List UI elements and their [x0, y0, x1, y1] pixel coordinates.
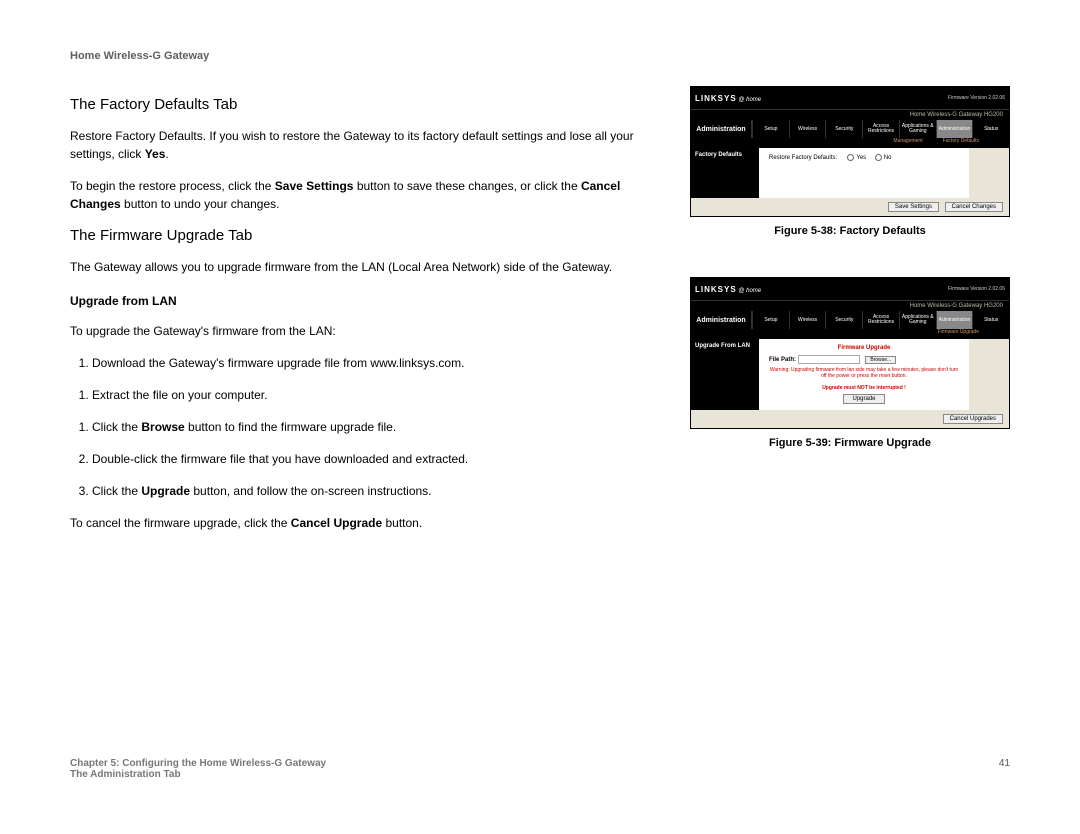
figure-5-38: LINKSYS @ home Firmware Version 2.02.06 … [690, 86, 1010, 217]
para-fw-2: To upgrade the Gateway's firmware from t… [70, 322, 670, 340]
radio-yes[interactable] [847, 154, 854, 161]
file-path-label: File Path: [769, 357, 796, 363]
text: button. [382, 516, 422, 530]
nav-section-label: Administration [691, 311, 752, 329]
heading-firmware-upgrade: The Firmware Upgrade Tab [70, 227, 670, 244]
bold-upgrade: Upgrade [141, 484, 190, 498]
text: . [165, 147, 168, 161]
step-1c: Click the Browse button to find the firm… [92, 418, 670, 436]
doc-header: Home Wireless-G Gateway [70, 50, 1010, 62]
restore-label: Restore Factory Defaults: [769, 155, 837, 161]
figure-column: LINKSYS @ home Firmware Version 2.02.06 … [690, 86, 1010, 546]
firmware-version-text: Firmware Version 2.02.06 [948, 95, 1005, 101]
firmware-upgrade-title: Firmware Upgrade [769, 345, 959, 351]
upgrade-button[interactable]: Upgrade [843, 394, 884, 404]
para-fd-1: Restore Factory Defaults. If you wish to… [70, 127, 670, 163]
router-title-bar: Home Wireless-G Gateway HG200 [691, 109, 1009, 120]
text: button to find the firmware upgrade file… [185, 420, 396, 434]
router-ui-factory-defaults: LINKSYS @ home Firmware Version 2.02.06 … [690, 86, 1010, 217]
tab-setup[interactable]: Setup [752, 311, 789, 329]
bold-yes: Yes [145, 147, 166, 161]
figure-5-38-caption: Figure 5-38: Factory Defaults [690, 225, 1010, 237]
para-fd-2: To begin the restore process, click the … [70, 177, 670, 213]
step-3: Click the Upgrade button, and follow the… [92, 482, 670, 500]
router-content: Restore Factory Defaults: Yes No [759, 148, 969, 198]
linksys-logo: LINKSYS @ home [695, 285, 761, 294]
router-title-bar: Home Wireless-G Gateway HG200 [691, 300, 1009, 311]
figure-5-39-caption: Figure 5-39: Firmware Upgrade [690, 437, 1010, 449]
subheading-upgrade-lan: Upgrade from LAN [70, 294, 670, 308]
text: button to save these changes, or click t… [353, 179, 580, 193]
step-2: Double-click the firmware file that you … [92, 450, 670, 468]
save-settings-button[interactable]: Save Settings [888, 202, 939, 212]
tab-status[interactable]: Status [972, 120, 1009, 138]
steps-list: Download the Gateway's firmware upgrade … [70, 354, 670, 500]
tab-setup[interactable]: Setup [752, 120, 789, 138]
footer-chapter: Chapter 5: Configuring the Home Wireless… [70, 758, 326, 769]
side-label: Upgrade From LAN [691, 339, 759, 410]
nav-tabs[interactable]: Setup Wireless Security Access Restricti… [752, 311, 1009, 329]
tab-apps[interactable]: Applications & Gaming [899, 311, 936, 329]
side-label: Factory Defaults [691, 148, 759, 198]
bold-cancel-upgrade: Cancel Upgrade [291, 516, 382, 530]
router-subnav: Management Factory Defaults [691, 138, 1009, 148]
text: Click the [92, 420, 141, 434]
file-path-input[interactable] [798, 355, 860, 364]
heading-factory-defaults: The Factory Defaults Tab [70, 96, 670, 113]
help-column [969, 148, 1009, 198]
nav-section-label: Administration [691, 120, 752, 138]
no-label: No [884, 155, 892, 161]
help-column [969, 339, 1009, 410]
tab-access[interactable]: Access Restrictions [862, 311, 899, 329]
main-text-column: The Factory Defaults Tab Restore Factory… [70, 86, 670, 546]
button-row: Cancel Upgrades [691, 410, 1009, 428]
subnav-management[interactable]: Management [893, 138, 922, 148]
page-number: 41 [999, 758, 1010, 769]
yes-label: Yes [856, 155, 866, 161]
router-subnav: Firmware Upgrade [691, 329, 1009, 339]
firmware-interrupt-warning: Upgrade must NOT be interrupted ! [769, 385, 959, 391]
footer-section: The Administration Tab [70, 769, 326, 780]
bold-save-settings: Save Settings [275, 179, 354, 193]
page-footer: Chapter 5: Configuring the Home Wireless… [70, 758, 1010, 780]
linksys-logo: LINKSYS @ home [695, 94, 761, 103]
step-1: Download the Gateway's firmware upgrade … [92, 354, 670, 372]
text: button, and follow the on-screen instruc… [190, 484, 431, 498]
button-row: Save Settings Cancel Changes [691, 198, 1009, 216]
router-content: Firmware Upgrade File Path: Browse... Wa… [759, 339, 969, 410]
tab-security[interactable]: Security [825, 311, 862, 329]
router-ui-firmware-upgrade: LINKSYS @ home Firmware Version 2.02.06 … [690, 277, 1010, 429]
text: To cancel the firmware upgrade, click th… [70, 516, 291, 530]
bold-browse: Browse [141, 420, 184, 434]
subnav-factory-defaults[interactable]: Factory Defaults [943, 138, 979, 148]
text: button to undo your changes. [121, 197, 280, 211]
tab-apps[interactable]: Applications & Gaming [899, 120, 936, 138]
cancel-upgrades-button[interactable]: Cancel Upgrades [943, 414, 1003, 424]
figure-5-39: LINKSYS @ home Firmware Version 2.02.06 … [690, 277, 1010, 429]
cancel-changes-button[interactable]: Cancel Changes [945, 202, 1003, 212]
tab-security[interactable]: Security [825, 120, 862, 138]
nav-tabs[interactable]: Setup Wireless Security Access Restricti… [752, 120, 1009, 138]
tab-wireless[interactable]: Wireless [789, 311, 826, 329]
text: Click the [92, 484, 141, 498]
step-1b: Extract the file on your computer. [92, 386, 670, 404]
tab-access[interactable]: Access Restrictions [862, 120, 899, 138]
firmware-warning-text: Warning: Upgrading firmware from lan sid… [769, 367, 959, 379]
para-fw-1: The Gateway allows you to upgrade firmwa… [70, 258, 670, 276]
firmware-version-text: Firmware Version 2.02.06 [948, 286, 1005, 292]
tab-wireless[interactable]: Wireless [789, 120, 826, 138]
text: To begin the restore process, click the [70, 179, 275, 193]
subnav-firmware-upgrade[interactable]: Firmware Upgrade [938, 329, 979, 339]
tab-status[interactable]: Status [972, 311, 1009, 329]
para-fw-3: To cancel the firmware upgrade, click th… [70, 514, 670, 532]
tab-administration[interactable]: Administration [936, 120, 973, 138]
browse-button[interactable]: Browse... [865, 356, 896, 364]
radio-no[interactable] [875, 154, 882, 161]
tab-administration[interactable]: Administration [936, 311, 973, 329]
